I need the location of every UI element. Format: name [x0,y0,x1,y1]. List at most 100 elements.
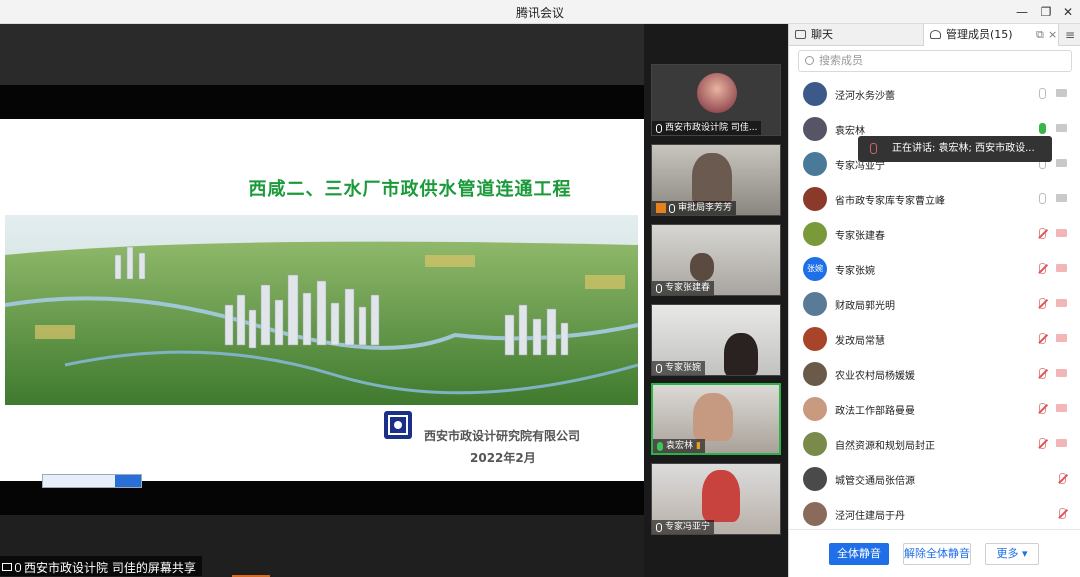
stage-background [0,24,644,85]
mic-muted-icon[interactable] [1059,473,1066,484]
panel-footer: 全体静音 解除全体静音 更多 ▾ [789,529,1080,577]
avatar: 张婉 [803,257,827,281]
member-row[interactable]: 城管交通局张倍源 [789,462,1080,497]
city-rendering-image [5,215,638,405]
video-tile-label: 西安市政设计院 司佳... [652,121,762,135]
member-name: 发改局常慧 [835,336,885,347]
title-bar: 腾讯会议 — ❐ ✕ [0,0,1080,24]
mic-icon [669,203,675,213]
member-row[interactable]: 张婉 专家张婉 [789,252,1080,287]
member-row[interactable]: 农业农村局杨媛媛 [789,357,1080,392]
participant-video [692,153,732,203]
video-tile[interactable]: 西安市政设计院 司佳... [651,64,781,136]
member-row[interactable]: 自然资源和规划局封正 [789,427,1080,462]
shared-taskbar-thumbnail [42,474,142,488]
mic-icon [870,143,877,154]
video-tile[interactable]: 专家张建春 [651,224,781,296]
taskbar-blue-button [115,475,141,487]
mic-muted-icon[interactable] [1039,228,1046,239]
slide-date: 2022年2月 [470,451,536,465]
mic-muted-icon[interactable] [1059,508,1066,519]
user-icon [930,30,941,39]
member-row[interactable]: 泾河水务沙蕾 [789,77,1080,112]
member-row[interactable]: 政法工作部路曼曼 [789,392,1080,427]
slide-title: 西咸二、三水厂市政供水管道连通工程 [248,179,572,200]
menu-icon[interactable]: ≡ [1065,24,1075,46]
more-button[interactable]: 更多 ▾ [985,543,1039,565]
tab-members[interactable]: 管理成员(15) ⧉ × [923,24,1059,46]
member-name: 专家张建春 [835,231,885,242]
avatar [803,362,827,386]
member-row[interactable]: 专家张建春 [789,217,1080,252]
mute-all-button[interactable]: 全体静音 [829,543,889,565]
video-tile-label: 审批局李芳芳 [652,201,737,215]
camera-icon[interactable] [1056,159,1067,167]
minimize-icon[interactable]: — [1012,2,1032,22]
screen-share-text: 西安市政设计院 司佳的屏幕共享 [24,560,196,575]
mic-muted-icon[interactable] [1039,368,1046,379]
tab-chat[interactable]: 聊天 [789,24,923,46]
close-icon[interactable]: × [1048,24,1057,46]
camera-off-icon[interactable] [1056,299,1067,307]
mic-muted-icon[interactable] [1039,298,1046,309]
tab-members-label: 管理成员(15) [946,28,1013,41]
member-row[interactable]: 泾河住建局于丹 [789,497,1080,532]
video-tile[interactable]: 专家冯亚宁 [651,463,781,535]
video-tile[interactable]: 专家张婉 [651,304,781,376]
popout-icon[interactable]: ⧉ [1036,24,1044,46]
camera-off-icon[interactable] [1056,264,1067,272]
avatar [803,502,827,526]
mic-icon [656,522,662,532]
company-name: 西安市政设计研究院有限公司 [424,429,581,443]
avatar [697,73,737,113]
unmute-all-button[interactable]: 解除全体静音 [903,543,971,565]
member-search-input[interactable]: 搜索成员 [798,50,1072,72]
camera-off-icon[interactable] [1056,334,1067,342]
camera-off-icon[interactable] [1056,229,1067,237]
member-name: 农业农村局杨媛媛 [835,371,915,382]
participant-name: 西安市政设计院 司佳... [665,123,758,133]
avatar [803,432,827,456]
camera-icon[interactable] [1056,194,1067,202]
avatar [803,117,827,141]
camera-icon[interactable] [1056,89,1067,97]
signal-icon: ▮ [696,441,701,451]
member-row[interactable]: 财政局郭光明 [789,287,1080,322]
camera-off-icon[interactable] [1056,369,1067,377]
shared-screen: 西咸二、三水厂市政供水管道连通工程 西安市政设计研究院有限公司 2022年2月 [0,24,644,577]
participant-name: 专家张婉 [665,363,702,373]
mic-icon [15,562,21,572]
member-row[interactable]: 省市政专家库专家曹立峰 [789,182,1080,217]
member-row[interactable]: 发改局常慧 [789,322,1080,357]
video-tile[interactable]: 审批局李芳芳 [651,144,781,216]
mic-muted-icon[interactable] [1039,263,1046,274]
close-icon[interactable]: ✕ [1058,2,1078,22]
stage-band-top [0,85,644,119]
participant-video [693,393,733,441]
camera-icon[interactable] [1056,124,1067,132]
member-name: 专家张婉 [835,266,875,277]
member-name: 袁宏林 [835,126,865,137]
mic-icon[interactable] [1039,88,1046,99]
member-name: 城管交通局张倍源 [835,476,915,487]
side-panel: 聊天 管理成员(15) ⧉ × ≡ 搜索成员 泾河水务沙蕾 袁宏林 专家冯亚宁 省市政… [788,24,1080,577]
member-name: 省市政专家库专家曹立峰 [835,196,945,207]
mic-muted-icon[interactable] [1039,333,1046,344]
avatar [656,203,666,213]
mic-icon [656,123,662,133]
avatar [803,187,827,211]
mic-icon[interactable] [1039,123,1046,134]
mic-muted-icon[interactable] [1039,403,1046,414]
video-tile-label: 专家张建春 [652,281,715,295]
camera-off-icon[interactable] [1056,439,1067,447]
mic-icon[interactable] [1039,193,1046,204]
video-tile-active-speaker[interactable]: 袁宏林 ▮ [651,383,781,455]
participant-video [724,333,758,375]
participant-video [690,253,714,281]
restore-icon[interactable]: ❐ [1036,2,1056,22]
camera-off-icon[interactable] [1056,404,1067,412]
speaking-tooltip-text: 正在讲话: 袁宏林; 西安市政设... [892,143,1035,154]
company-logo [384,411,412,439]
mic-muted-icon[interactable] [1039,438,1046,449]
mic-active-icon [657,441,663,451]
